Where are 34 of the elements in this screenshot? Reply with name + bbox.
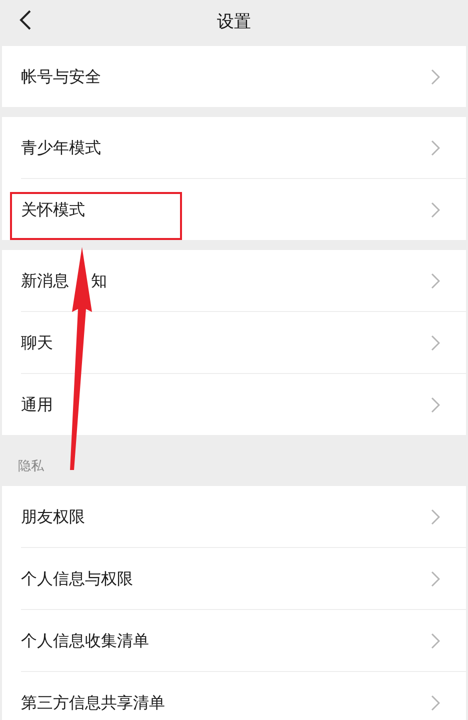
settings-row[interactable]: 新消息 知 (2, 250, 466, 311)
row-label: 帐号与安全 (21, 66, 101, 88)
row-label: 聊天 (21, 332, 53, 354)
settings-row[interactable]: 帐号与安全 (2, 46, 466, 107)
chevron-icon (431, 632, 440, 648)
chevron-icon (431, 508, 440, 524)
chevron-icon (431, 570, 440, 586)
chevron-icon (431, 140, 440, 156)
row-label: 通用 (21, 394, 53, 416)
row-label: 关怀模式 (21, 198, 85, 220)
settings-row[interactable]: 聊天 (2, 312, 466, 373)
row-label: 第三方信息共享清单 (21, 692, 165, 714)
settings-row[interactable]: 朋友权限 (2, 486, 466, 547)
settings-row[interactable]: 青少年模式 (2, 117, 466, 178)
row-label: 朋友权限 (21, 506, 85, 528)
settings-row[interactable]: 第三方信息共享清单 (2, 672, 466, 720)
row-label: 个人信息收集清单 (21, 630, 149, 652)
settings-row[interactable]: 个人信息与权限 (2, 548, 466, 609)
chevron-icon (431, 202, 440, 218)
back-icon[interactable] (19, 10, 31, 30)
section-label: 隐私 (18, 458, 44, 476)
settings-row[interactable]: 个人信息收集清单 (2, 610, 466, 671)
row-label: 新消息 (21, 270, 69, 292)
settings-row[interactable]: 关怀模式 (2, 179, 466, 240)
page-title: 设置 (217, 11, 251, 34)
row-label: 知 (91, 270, 107, 292)
chevron-icon (431, 272, 440, 288)
chevron-icon (431, 396, 440, 412)
chevron-icon (431, 694, 440, 710)
row-label: 青少年模式 (21, 136, 101, 158)
chevron-icon (431, 68, 440, 84)
settings-row[interactable]: 通用 (2, 374, 466, 435)
chevron-icon (431, 334, 440, 350)
row-label: 个人信息与权限 (21, 568, 133, 590)
